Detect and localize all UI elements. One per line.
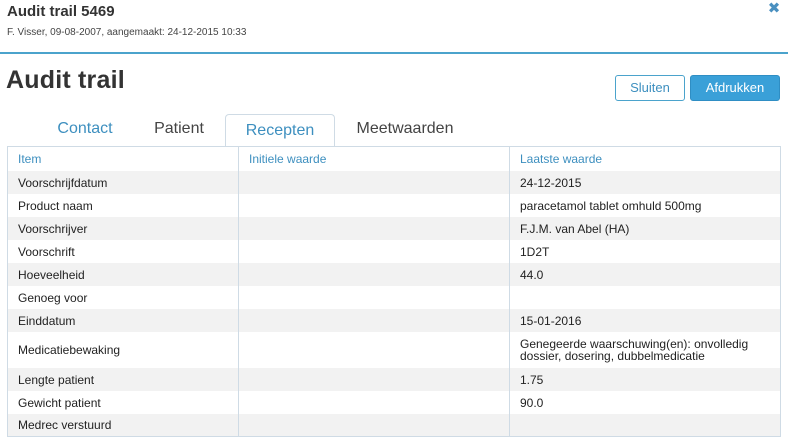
cell-initial-value xyxy=(239,171,509,194)
cell-latest-value xyxy=(510,414,780,436)
column-header-initial-value: Initiele waarde xyxy=(249,152,327,166)
column-divider xyxy=(238,147,239,436)
table-row: Voorschrift 1D2T xyxy=(8,240,780,263)
table-row: Medrec verstuurd xyxy=(8,414,780,436)
cell-item: Voorschrijfdatum xyxy=(18,175,108,190)
cell-initial-value xyxy=(239,194,509,217)
cell-item: Genoeg voor xyxy=(18,290,88,305)
table-row: Lengte patient 1.75 xyxy=(8,368,780,391)
cell-initial-value xyxy=(239,309,509,332)
tab-patient[interactable]: Patient xyxy=(140,113,218,146)
cell-latest-value: 44.0 xyxy=(520,267,544,282)
page-title: Audit trail xyxy=(6,66,125,94)
cell-initial-value xyxy=(239,368,509,391)
cell-item: Voorschrift xyxy=(18,244,75,259)
tab-bar: Contact Patient Recepten Meetwaarden xyxy=(0,113,788,147)
table-row: Genoeg voor xyxy=(8,286,780,309)
column-header-latest-value: Laatste waarde xyxy=(520,152,603,166)
cell-latest-value: Genegeerde waarschuwing(en): onvolledig … xyxy=(520,337,749,363)
print-button[interactable]: Afdrukken xyxy=(690,75,780,101)
tab-meetwaarden[interactable]: Meetwaarden xyxy=(345,113,465,146)
cell-latest-value: 90.0 xyxy=(520,395,544,410)
table-row: Medicatiebewaking Genegeerde waarschuwing… xyxy=(8,332,780,368)
column-divider xyxy=(509,147,510,436)
close-button[interactable]: Sluiten xyxy=(615,75,685,101)
cell-initial-value xyxy=(239,240,509,263)
cell-latest-value: 1D2T xyxy=(520,244,550,259)
cell-initial-value xyxy=(239,286,509,309)
table-row: Voorschrijfdatum 24-12-2015 xyxy=(8,171,780,194)
cell-latest-value: 1.75 xyxy=(520,372,544,387)
cell-initial-value xyxy=(239,332,509,368)
close-icon[interactable]: ✖ xyxy=(766,1,782,17)
cell-latest-value: F.J.M. van Abel (HA) xyxy=(520,221,630,236)
audit-table: Item Initiele waarde Laatste waarde Voor… xyxy=(7,146,781,437)
cell-latest-value: 24-12-2015 xyxy=(520,175,582,190)
cell-initial-value xyxy=(239,414,509,436)
cell-initial-value xyxy=(239,217,509,240)
cell-item: Medicatiebewaking xyxy=(18,343,121,357)
cell-initial-value xyxy=(239,263,509,286)
table-row: Product naam paracetamol tablet omhuld 50… xyxy=(8,194,780,217)
table-row: Hoeveelheid 44.0 xyxy=(8,263,780,286)
table-row: Einddatum 15-01-2016 xyxy=(8,309,780,332)
modal-header: Audit trail 5469 F. Visser, 09-08-2007, … xyxy=(0,0,788,54)
modal-subtitle: F. Visser, 09-08-2007, aangemaakt: 24-12… xyxy=(7,27,247,38)
cell-latest-value: paracetamol tablet omhuld 500mg xyxy=(520,198,702,213)
cell-item: Medrec verstuurd xyxy=(18,418,112,432)
cell-item: Voorschrijver xyxy=(18,221,88,236)
table-row: Voorschrijver F.J.M. van Abel (HA) xyxy=(8,217,780,240)
column-header-item: Item xyxy=(18,152,42,166)
cell-item: Lengte patient xyxy=(18,372,95,387)
cell-item: Gewicht patient xyxy=(18,395,101,410)
tab-contact[interactable]: Contact xyxy=(40,113,130,146)
cell-latest-value xyxy=(510,286,780,309)
modal-title: Audit trail 5469 xyxy=(7,3,115,20)
cell-item: Hoeveelheid xyxy=(18,267,85,282)
cell-item: Einddatum xyxy=(18,313,76,328)
cell-latest-value: 15-01-2016 xyxy=(520,313,582,328)
table-row: Gewicht patient 90.0 xyxy=(8,391,780,414)
cell-item: Product naam xyxy=(18,198,93,213)
cell-initial-value xyxy=(239,391,509,414)
tab-recepten[interactable]: Recepten xyxy=(225,114,335,147)
